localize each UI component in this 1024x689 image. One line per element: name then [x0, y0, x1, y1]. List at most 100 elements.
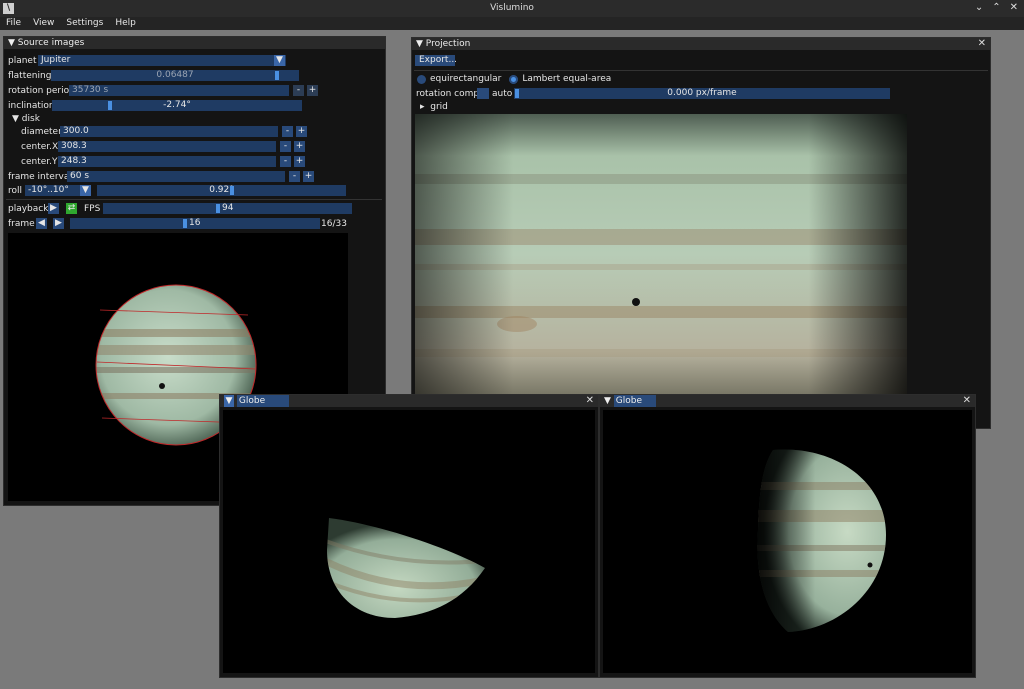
diameter-input[interactable]: 300.0	[60, 126, 278, 137]
roll-slider[interactable]: 0.92°	[97, 185, 346, 196]
grid-label: grid	[430, 102, 448, 112]
frame-interval-value: 60 s	[70, 171, 90, 181]
projection-title: Projection	[425, 39, 471, 49]
globe-1-titlebar[interactable]: ▼ Globe ✕	[220, 395, 598, 407]
projection-titlebar[interactable]: ▼ Projection ✕	[412, 38, 990, 50]
diameter-plus-button[interactable]: +	[296, 126, 307, 137]
rotation-period-input[interactable]: 35730 s	[69, 85, 289, 96]
disk-label: disk	[21, 114, 40, 124]
maximize-icon[interactable]: ⌃	[992, 2, 1000, 13]
center-x-label: center.X	[21, 142, 59, 152]
planet-select[interactable]: Jupiter	[38, 55, 286, 66]
interval-plus-button[interactable]: +	[303, 171, 314, 182]
menu-view[interactable]: View	[27, 17, 60, 30]
disk-expand-icon[interactable]: ▼	[12, 114, 22, 124]
equirectangular-radio[interactable]	[417, 74, 426, 84]
menu-help[interactable]: Help	[109, 17, 142, 30]
inclination-value: -2.74°	[163, 100, 191, 110]
close-icon[interactable]: ✕	[963, 395, 971, 407]
frame-interval-label: frame interval	[8, 172, 72, 182]
globe-2-titlebar[interactable]: ▼ Globe ✕	[600, 395, 975, 407]
roll-grab[interactable]	[230, 186, 234, 195]
rotation-comp-value: 0.000 px/frame	[667, 88, 737, 98]
lambert-label[interactable]: Lambert equal-area	[522, 74, 611, 84]
collapse-icon[interactable]: ▼	[416, 39, 423, 49]
inclination-grab[interactable]	[108, 101, 112, 110]
collapse-icon[interactable]: ▼	[224, 395, 234, 407]
center-x-value: 308.3	[61, 141, 87, 151]
center-y-plus-button[interactable]: +	[294, 156, 305, 167]
globe-window-1: ▼ Globe ✕	[219, 394, 599, 678]
rotation-comp-grab[interactable]	[515, 89, 519, 98]
center-y-input[interactable]: 248.3	[58, 156, 276, 167]
fps-slider[interactable]: 94	[103, 203, 352, 214]
rotation-comp-slider[interactable]: 0.000 px/frame	[514, 88, 890, 99]
equirectangular-label[interactable]: equirectangular	[430, 74, 501, 84]
center-x-input[interactable]: 308.3	[58, 141, 276, 152]
rotation-period-label: rotation period	[8, 86, 75, 96]
close-icon[interactable]: ✕	[978, 38, 986, 50]
frame-grab[interactable]	[183, 219, 187, 228]
window-title: Vislumino	[490, 3, 534, 13]
frame-label: frame	[8, 219, 35, 229]
planet-value: Jupiter	[41, 55, 71, 65]
flattening-slider[interactable]: 0.06487	[51, 70, 299, 81]
divider	[414, 70, 988, 71]
flattening-value: 0.06487	[156, 70, 194, 80]
center-x-plus-button[interactable]: +	[294, 141, 305, 152]
center-y-value: 248.3	[61, 156, 87, 166]
auto-checkbox[interactable]	[477, 88, 489, 99]
fps-label: FPS	[84, 204, 101, 214]
roll-range-chevron-icon[interactable]: ▼	[80, 185, 91, 196]
globe-1-view[interactable]	[223, 410, 595, 673]
export-label: Export...	[419, 55, 458, 65]
frame-count: 16/33	[321, 219, 347, 229]
export-button[interactable]: Export...	[415, 55, 458, 66]
globe-window-2: ▼ Globe ✕	[599, 394, 976, 678]
menu-bar: File View Settings Help	[0, 17, 1024, 30]
prev-frame-button[interactable]: ◀	[36, 218, 47, 229]
globe-2-title: Globe	[613, 395, 657, 407]
inclination-label: inclination	[8, 101, 55, 111]
lambert-radio[interactable]	[509, 74, 519, 84]
divider	[6, 199, 382, 200]
chevron-down-icon[interactable]: ▼	[274, 55, 285, 66]
roll-range-value: -10°..10°	[28, 185, 69, 195]
roll-label: roll	[8, 186, 23, 196]
fps-value: 94	[222, 203, 234, 213]
fps-grab[interactable]	[216, 204, 220, 213]
center-y-minus-button[interactable]: -	[280, 156, 291, 167]
frame-value: 16	[189, 218, 201, 228]
frame-interval-input[interactable]: 60 s	[67, 171, 285, 182]
rotation-plus-button[interactable]: +	[307, 85, 318, 96]
loop-toggle-icon[interactable]: ⇄	[66, 203, 77, 214]
collapse-icon[interactable]: ▼	[8, 38, 15, 48]
planet-label: planet	[8, 56, 37, 66]
interval-minus-button[interactable]: -	[289, 171, 300, 182]
close-icon[interactable]: ✕	[1010, 2, 1018, 13]
auto-label[interactable]: auto	[492, 89, 512, 99]
diameter-value: 300.0	[63, 126, 89, 136]
rotation-comp-label: rotation comp.	[416, 89, 482, 99]
projection-image[interactable]	[415, 114, 907, 394]
close-icon[interactable]: ✕	[586, 395, 594, 407]
window-titlebar: \ Vislumino ⌄ ⌃ ✕	[0, 0, 1024, 18]
diameter-minus-button[interactable]: -	[282, 126, 293, 137]
next-frame-button[interactable]: ▶	[53, 218, 64, 229]
frame-slider[interactable]: 16	[70, 218, 320, 229]
collapse-icon[interactable]: ▼	[604, 396, 611, 406]
menu-settings[interactable]: Settings	[60, 17, 109, 30]
minimize-icon[interactable]: ⌄	[975, 2, 983, 13]
source-images-titlebar[interactable]: ▼ Source images	[4, 37, 385, 49]
source-images-title: Source images	[17, 38, 85, 48]
globe-2-view[interactable]	[603, 410, 972, 673]
play-button[interactable]: ▶	[48, 203, 59, 214]
rotation-minus-button[interactable]: -	[293, 85, 304, 96]
grid-expand-icon[interactable]: ▸	[420, 102, 430, 112]
inclination-slider[interactable]: -2.74°	[52, 100, 302, 111]
rotation-period-value: 35730 s	[72, 85, 109, 95]
menu-file[interactable]: File	[0, 17, 27, 30]
center-x-minus-button[interactable]: -	[280, 141, 291, 152]
flattening-label: flattening	[8, 71, 52, 81]
flattening-grab[interactable]	[275, 71, 279, 80]
